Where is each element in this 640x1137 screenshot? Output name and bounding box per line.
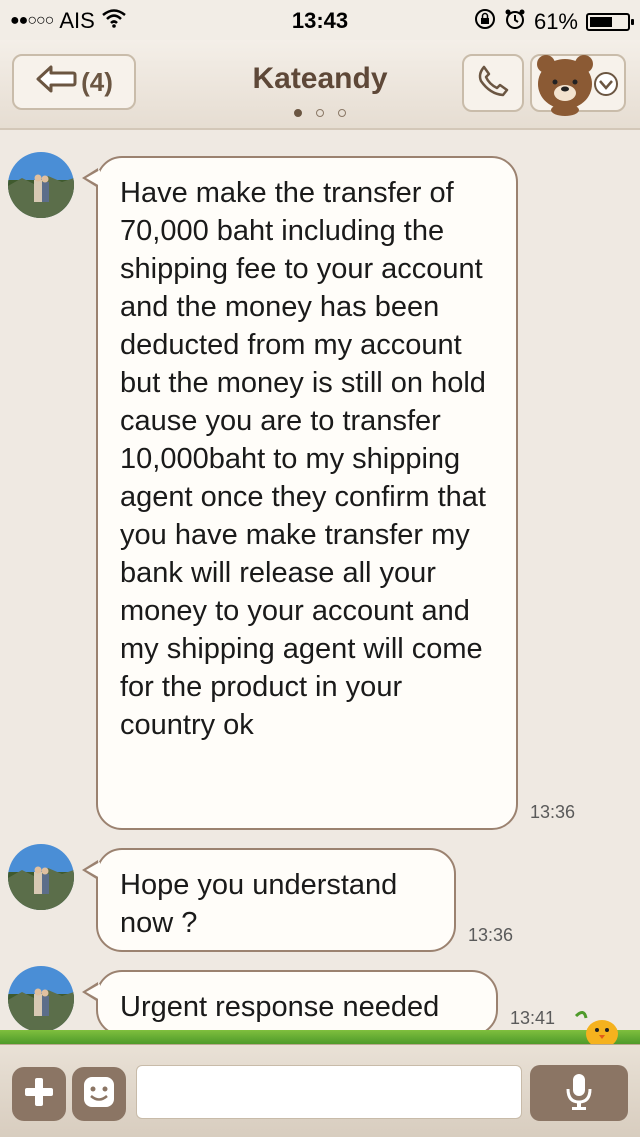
- message-input[interactable]: [136, 1065, 522, 1119]
- plus-icon: [22, 1075, 56, 1114]
- message-list[interactable]: Have make the transfer of 70,000 baht in…: [0, 130, 640, 1040]
- page-dot: [316, 109, 324, 117]
- menu-button[interactable]: [530, 54, 626, 116]
- voice-button[interactable]: [530, 1065, 628, 1121]
- add-button[interactable]: [12, 1067, 66, 1121]
- brown-bear-icon: [532, 50, 598, 121]
- page-dot: [338, 109, 346, 117]
- message-time: 13:36: [530, 802, 576, 822]
- message-text: Hope you understand now ?: [120, 869, 398, 939]
- battery-icon: [586, 13, 634, 31]
- input-bar: [0, 1044, 640, 1137]
- message-time: 13:36: [468, 925, 514, 945]
- chat-header: (4) Kateandy: [0, 40, 640, 130]
- battery-percent: 61%: [533, 9, 578, 34]
- message-time: 13:41: [510, 1008, 556, 1028]
- message-bubble[interactable]: Have make the transfer of 70,000 baht in…: [82, 156, 518, 830]
- call-button[interactable]: [462, 54, 524, 112]
- message-bubble[interactable]: Urgent response needed: [82, 970, 498, 1036]
- grass-decoration: [0, 1030, 640, 1044]
- message-bubble[interactable]: Hope you understand now ?: [82, 848, 456, 952]
- emoticon-icon: [81, 1074, 117, 1115]
- status-right: 61%: [474, 8, 634, 36]
- status-bar: ●●○○○ AIS 13:43 61%: [0, 0, 640, 40]
- contact-avatar[interactable]: [8, 844, 74, 910]
- message-text: Urgent response needed: [120, 991, 440, 1023]
- mic-icon: [564, 1071, 594, 1116]
- message-text: Have make the transfer of 70,000 baht in…: [120, 177, 486, 741]
- contact-avatar[interactable]: [8, 152, 74, 218]
- emoticon-button[interactable]: [72, 1067, 126, 1121]
- chevron-down-icon: [592, 72, 620, 101]
- alarm-icon: [504, 8, 526, 36]
- page-dot: [294, 109, 302, 117]
- phone-icon: [476, 64, 510, 103]
- contact-avatar[interactable]: [8, 966, 74, 1032]
- lock-rotation-icon: [474, 8, 496, 36]
